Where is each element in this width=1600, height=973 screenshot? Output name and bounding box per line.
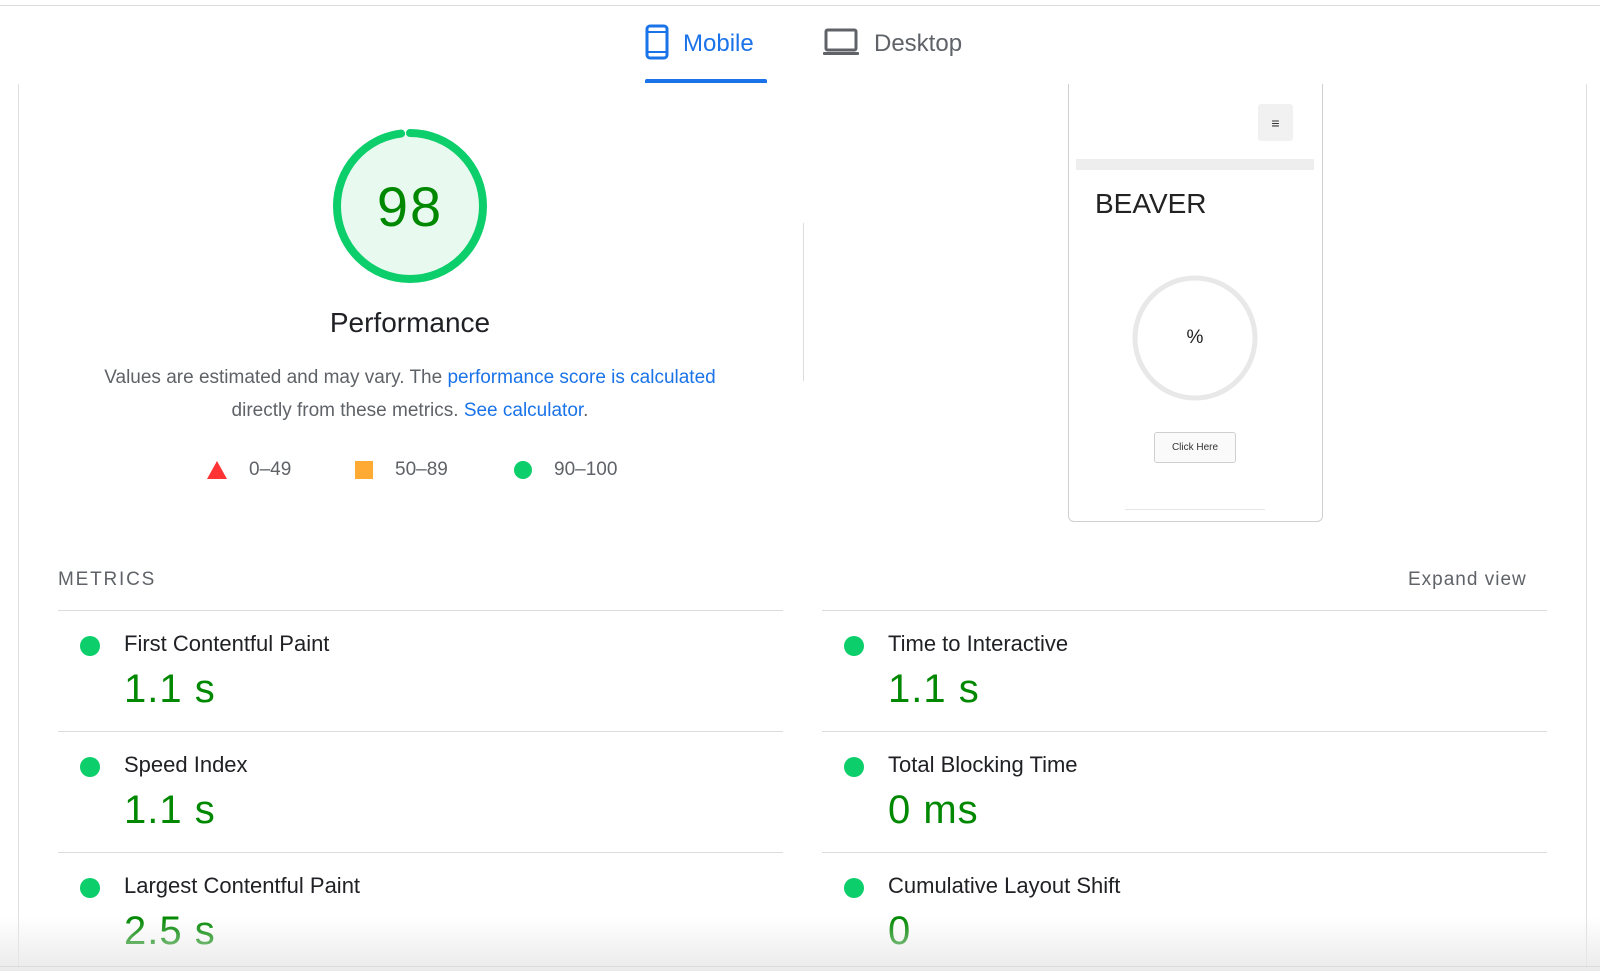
metric-value: 1.1 s: [888, 667, 980, 711]
preview-ring-text: %: [1186, 327, 1204, 348]
preview-footer-line: [1125, 509, 1265, 510]
performance-title: Performance: [329, 307, 491, 338]
tab-mobile[interactable]: Mobile: [645, 22, 754, 66]
expand-view-button[interactable]: Expand view: [1408, 569, 1527, 591]
legend-average: 50–89: [355, 458, 448, 482]
device-tabs: Mobile Desktop: [0, 0, 1600, 84]
metric-cumulative-layout-shift: Cumulative Layout Shift 0: [822, 852, 1547, 973]
metric-label: Cumulative Layout Shift: [888, 873, 1121, 898]
legend-pass-range: 90–100: [554, 459, 618, 480]
preview-title: BEAVER: [1095, 188, 1207, 219]
square-icon: [355, 461, 373, 479]
tab-desktop-label: Desktop: [874, 30, 963, 57]
description-prefix: Values are estimated and may vary. The: [104, 367, 448, 388]
tab-mobile-label: Mobile: [683, 30, 754, 57]
mobile-phone-icon: [645, 24, 669, 65]
metric-largest-contentful-paint: Largest Contentful Paint 2.5 s: [58, 852, 783, 973]
legend-pass: 90–100: [514, 458, 617, 482]
right-border: [1586, 84, 1587, 971]
pass-circle-icon: [80, 636, 100, 656]
description-suffix: .: [583, 400, 589, 421]
vertical-divider: [803, 223, 804, 381]
legend-fail-range: 0–49: [249, 459, 292, 480]
metric-speed-index: Speed Index 1.1 s: [58, 731, 783, 852]
metric-value: 2.5 s: [124, 909, 216, 953]
metric-label: Largest Contentful Paint: [124, 873, 361, 898]
pass-circle-icon: [80, 878, 100, 898]
left-border: [18, 84, 19, 971]
performance-gauge: 98: [330, 126, 490, 286]
metrics-right-column: Time to Interactive 1.1 s Total Blocking…: [822, 610, 1547, 973]
metric-value: 0: [888, 909, 912, 953]
pass-circle-icon: [844, 636, 864, 656]
metric-label: Total Blocking Time: [888, 752, 1078, 777]
legend-fail: 0–49: [207, 458, 291, 482]
see-calculator-link[interactable]: See calculator: [464, 400, 583, 421]
metric-first-contentful-paint: First Contentful Paint 1.1 s: [58, 610, 783, 731]
metrics-left-column: First Contentful Paint 1.1 s Speed Index…: [58, 610, 783, 973]
pass-circle-icon: [80, 757, 100, 777]
hamburger-menu-icon: ≡: [1258, 104, 1293, 141]
metric-time-to-interactive: Time to Interactive 1.1 s: [822, 610, 1547, 731]
metric-label: Time to Interactive: [888, 631, 1069, 656]
preview-header-band: [1076, 159, 1314, 170]
tab-desktop[interactable]: Desktop: [822, 22, 962, 66]
metric-label: Speed Index: [124, 752, 248, 777]
score-description: Values are estimated and may vary. The p…: [70, 361, 750, 427]
pass-circle-icon: [844, 757, 864, 777]
page-screenshot-preview: ≡ BEAVER % Click Here: [1068, 84, 1323, 522]
legend-average-range: 50–89: [395, 459, 448, 480]
metric-label: First Contentful Paint: [124, 631, 330, 656]
triangle-icon: [207, 461, 227, 479]
score-calculated-link[interactable]: performance score is calculated: [447, 367, 715, 388]
preview-click-button: Click Here: [1154, 432, 1236, 463]
pass-circle-icon: [844, 878, 864, 898]
metric-value: 1.1 s: [124, 667, 216, 711]
active-tab-indicator: [645, 79, 767, 83]
performance-score: 98: [376, 174, 444, 238]
metric-value: 0 ms: [888, 788, 979, 832]
laptop-icon: [822, 27, 860, 62]
bottom-divider: [0, 966, 1600, 967]
metrics-header: METRICS: [58, 569, 157, 590]
description-middle: directly from these metrics.: [231, 400, 464, 421]
metric-total-blocking-time: Total Blocking Time 0 ms: [822, 731, 1547, 852]
circle-icon: [514, 461, 532, 479]
metric-value: 1.1 s: [124, 788, 216, 832]
